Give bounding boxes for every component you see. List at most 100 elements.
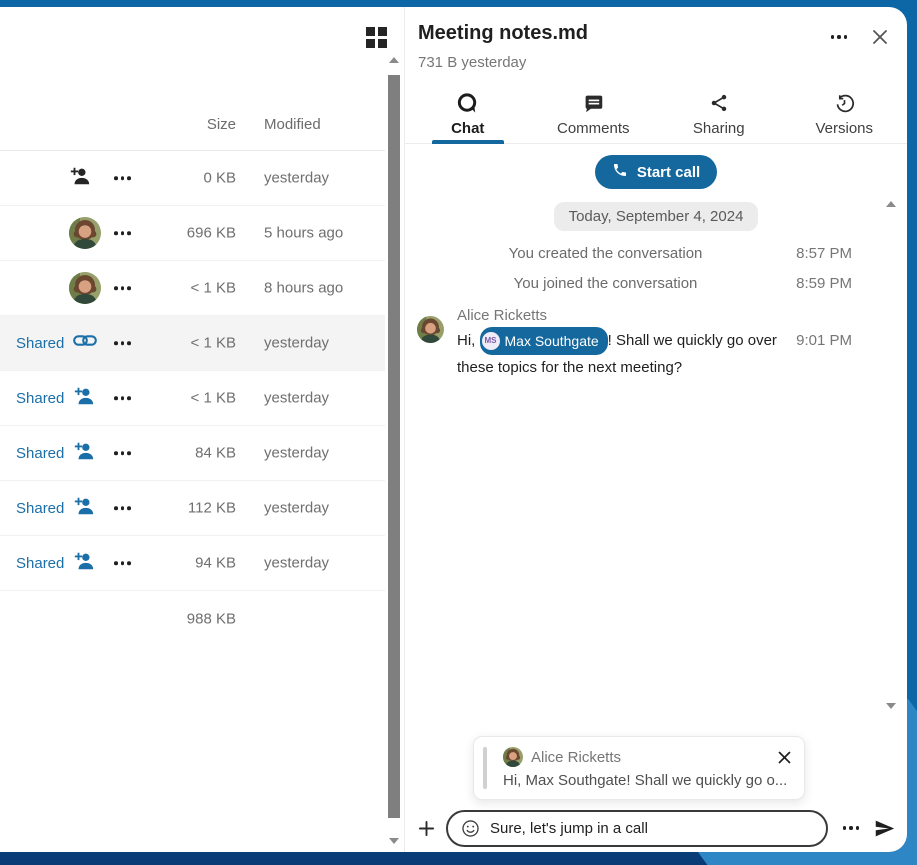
message-time: 8:57 PM	[790, 245, 852, 262]
message-author: Alice Ricketts	[457, 307, 852, 324]
file-table-header: Size Modified	[0, 102, 385, 151]
column-header-modified[interactable]: Modified	[264, 116, 321, 133]
file-subtitle: 731 B yesterday	[418, 54, 891, 71]
file-size: < 1 KB	[191, 335, 236, 352]
chat-area: Start call Today, September 4, 2024 You …	[405, 144, 907, 852]
details-panel: Meeting notes.md 731 B yesterday Chat	[405, 7, 907, 852]
file-modified: yesterday	[264, 390, 329, 407]
table-row[interactable]: Shared 94 KB yesterday	[0, 536, 385, 591]
talk-bubble-icon	[456, 91, 479, 115]
shared-link[interactable]: Shared	[16, 500, 64, 517]
details-tabs: Chat Comments Sharing Versions	[405, 88, 907, 144]
file-actions-menu-icon[interactable]	[110, 337, 135, 349]
file-actions-menu-icon[interactable]	[110, 282, 135, 294]
column-header-size[interactable]: Size	[207, 116, 236, 133]
message-options-icon[interactable]	[839, 822, 864, 834]
share-add-user-icon[interactable]	[73, 550, 95, 577]
message-time: 8:59 PM	[790, 275, 852, 292]
quote-bar	[483, 747, 487, 789]
total-size: 988 KB	[187, 611, 236, 628]
comment-bubble-icon	[583, 91, 604, 115]
tab-comments[interactable]: Comments	[531, 88, 657, 143]
tab-versions[interactable]: Versions	[782, 88, 908, 143]
table-row[interactable]: Shared < 1 KB yesterday	[0, 371, 385, 426]
table-row[interactable]: Shared 84 KB yesterday	[0, 426, 385, 481]
sharee-avatar[interactable]	[69, 272, 101, 304]
file-modified: 8 hours ago	[264, 280, 343, 297]
share-add-user-icon[interactable]	[73, 495, 95, 522]
share-add-user-icon[interactable]	[73, 440, 95, 467]
chat-scroll-up-icon[interactable]	[886, 201, 896, 207]
close-icon[interactable]	[871, 28, 889, 46]
author-avatar[interactable]	[417, 316, 444, 343]
file-list-pane: Size Modified 0 KB yesterday	[0, 7, 405, 852]
shared-link[interactable]: Shared	[16, 390, 64, 407]
message-text: Hi, MSMax Southgate! Shall we quickly go…	[457, 327, 790, 381]
system-message: You joined the conversation 8:59 PM	[405, 275, 907, 292]
file-title: Meeting notes.md	[418, 22, 891, 45]
message-input-box[interactable]	[446, 810, 828, 847]
table-row-selected[interactable]: Shared < 1 KB yesterday	[0, 316, 385, 371]
app-window: Size Modified 0 KB yesterday	[0, 7, 907, 852]
phone-icon	[612, 162, 628, 182]
history-restore-icon	[834, 91, 855, 115]
file-size: < 1 KB	[191, 390, 236, 407]
table-row[interactable]: 696 KB 5 hours ago	[0, 206, 385, 261]
panel-actions-menu-icon[interactable]	[827, 31, 852, 43]
share-add-user-icon[interactable]	[73, 385, 95, 412]
message-input-row	[418, 809, 895, 847]
reply-quote-card: Alice Ricketts Hi, Max Southgate! Shall …	[473, 736, 805, 800]
quote-author-avatar	[503, 747, 523, 767]
file-modified: yesterday	[264, 555, 329, 572]
shared-link[interactable]: Shared	[16, 335, 64, 352]
file-actions-menu-icon[interactable]	[110, 502, 135, 514]
link-icon[interactable]	[73, 332, 97, 354]
file-size: 696 KB	[187, 225, 236, 242]
file-modified: yesterday	[264, 335, 329, 352]
date-separator: Today, September 4, 2024	[554, 202, 759, 231]
share-add-user-icon[interactable]	[69, 165, 91, 192]
system-message: You created the conversation 8:57 PM	[405, 245, 907, 262]
scrollbar-thumb[interactable]	[388, 75, 400, 818]
mention-name: Max Southgate	[505, 328, 599, 354]
send-message-icon[interactable]	[874, 818, 895, 839]
file-size: < 1 KB	[191, 280, 236, 297]
scroll-up-icon[interactable]	[389, 57, 399, 63]
details-header: Meeting notes.md 731 B yesterday	[405, 7, 907, 88]
file-size: 84 KB	[195, 445, 236, 462]
file-actions-menu-icon[interactable]	[110, 447, 135, 459]
file-size: 0 KB	[203, 170, 236, 187]
table-row[interactable]: Shared 112 KB yesterday	[0, 481, 385, 536]
cancel-reply-icon[interactable]	[777, 750, 792, 765]
tab-sharing[interactable]: Sharing	[656, 88, 782, 143]
table-row[interactable]: 0 KB yesterday	[0, 151, 385, 206]
file-modified: yesterday	[264, 445, 329, 462]
chat-message: Alice Ricketts Hi, MSMax Southgate! Shal…	[405, 307, 907, 381]
file-table: Size Modified 0 KB yesterday	[0, 102, 385, 647]
grid-view-toggle-icon[interactable]	[366, 27, 390, 51]
file-actions-menu-icon[interactable]	[110, 392, 135, 404]
shared-link[interactable]: Shared	[16, 555, 64, 572]
message-input[interactable]	[490, 820, 813, 837]
sharee-avatar[interactable]	[69, 217, 101, 249]
table-row[interactable]: < 1 KB 8 hours ago	[0, 261, 385, 316]
start-call-button[interactable]: Start call	[595, 155, 717, 189]
share-nodes-icon	[709, 91, 729, 115]
file-actions-menu-icon[interactable]	[110, 557, 135, 569]
emoji-picker-icon[interactable]	[461, 819, 480, 838]
chat-scroll-down-icon[interactable]	[886, 703, 896, 709]
table-summary-row: 988 KB	[0, 591, 385, 647]
file-actions-menu-icon[interactable]	[110, 172, 135, 184]
mention-avatar: MS	[482, 332, 500, 350]
tab-chat[interactable]: Chat	[405, 88, 531, 143]
quote-preview: Hi, Max Southgate! Shall we quickly go o…	[503, 772, 792, 789]
file-size: 94 KB	[195, 555, 236, 572]
mention-chip[interactable]: MS Max Southgate	[480, 327, 608, 355]
attach-plus-icon[interactable]	[418, 820, 435, 837]
scroll-down-icon[interactable]	[389, 838, 399, 844]
quote-author: Alice Ricketts	[531, 749, 769, 766]
shared-link[interactable]: Shared	[16, 445, 64, 462]
file-list-scrollbar[interactable]	[388, 55, 401, 846]
file-actions-menu-icon[interactable]	[110, 227, 135, 239]
file-modified: 5 hours ago	[264, 225, 343, 242]
